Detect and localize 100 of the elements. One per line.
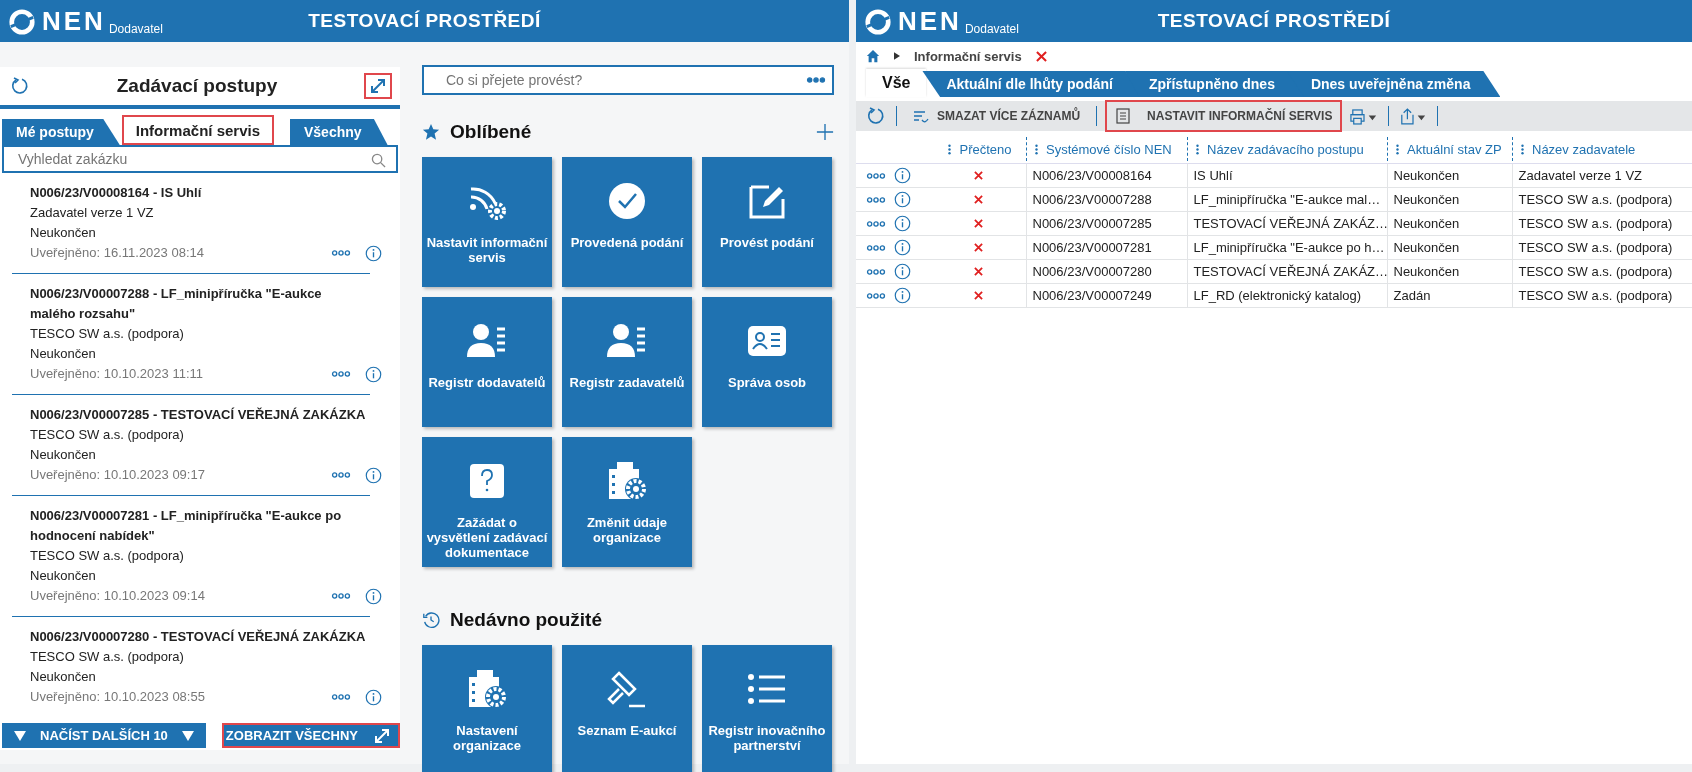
column-menu-icon[interactable]: [948, 142, 952, 156]
procedure-title[interactable]: N006/23/V00007288 - LF_minipříručka "E-aukce malého rozsahu": [30, 284, 370, 324]
procedure-title[interactable]: N006/23/V00007285 - TESTOVACÍ VEŘEJNÁ ZAKÁZKA: [30, 405, 370, 425]
shortcut-tile[interactable]: Zažádat o vysvětlení zadávací dokumentace: [422, 437, 552, 567]
info-icon[interactable]: [894, 191, 911, 208]
tab[interactable]: Vše: [866, 69, 927, 97]
environment-title: TESTOVACÍ PROSTŘEDÍ: [1157, 10, 1391, 31]
procedure-authority: TESCO SW a.s. (podpora): [30, 325, 185, 343]
more-icon[interactable]: [331, 249, 351, 257]
search-field[interactable]: Vyhledat zakázku: [2, 145, 398, 173]
procedure-authority: TESCO SW a.s. (podpora): [30, 426, 185, 444]
info-icon[interactable]: [894, 263, 911, 280]
more-icon[interactable]: [331, 693, 351, 701]
shortcut-tile[interactable]: Registr zadavatelů: [562, 297, 692, 427]
more-icon[interactable]: [331, 471, 351, 479]
more-icon[interactable]: [866, 291, 886, 300]
table-cell: LF_minipříručka "E-aukce mal…: [1187, 187, 1387, 212]
column-header[interactable]: Přečteno: [959, 141, 1012, 157]
logo-subtitle: Dodavatel: [964, 22, 1019, 36]
table-cell: N006/23/V00007285: [1026, 211, 1187, 236]
tab[interactable]: Mé postupy: [2, 119, 120, 145]
column-menu-icon[interactable]: [1521, 142, 1524, 156]
shortcut-tile[interactable]: Provést podání: [702, 157, 832, 287]
more-icon[interactable]: [866, 243, 886, 252]
table-cell: Neukončen: [1387, 235, 1512, 260]
command-search-field[interactable]: Co si přejete provést?: [422, 65, 834, 95]
column-menu-icon[interactable]: [1035, 142, 1038, 156]
delete-records-button[interactable]: SMAZAT VÍCE ZÁZNAMŮ: [907, 102, 1087, 130]
column-header[interactable]: Aktuální stav ZP: [1407, 141, 1502, 157]
info-icon[interactable]: [365, 587, 382, 605]
procedure-status: Neukončen: [30, 224, 97, 242]
table-cell: TESTOVACÍ VEŘEJNÁ ZAKÁZ…: [1187, 211, 1387, 236]
procedure-authority: Zadavatel verze 1 VZ: [30, 204, 155, 222]
table-cell: LF_RD (elektronický katalog): [1187, 283, 1387, 308]
info-icon[interactable]: [365, 688, 382, 706]
shortcut-tile[interactable]: Registr inovačního partnerství: [702, 645, 832, 772]
info-icon[interactable]: [365, 365, 382, 383]
show-all-button[interactable]: ZOBRAZIT VŠECHNY: [222, 723, 400, 748]
more-icon[interactable]: [331, 370, 351, 378]
table-cell: IS Uhlí: [1187, 163, 1387, 188]
procedure-title[interactable]: N006/23/V00007281 - LF_minipříručka "E-aukce po hodnocení nabídek": [30, 506, 370, 546]
more-icon[interactable]: [806, 76, 826, 84]
plus-icon[interactable]: [816, 123, 834, 141]
shortcut-tile[interactable]: Správa osob: [702, 297, 832, 427]
table-cell: TESTOVACÍ VEŘEJNÁ ZAKÁZ…: [1187, 259, 1387, 284]
history-icon: [422, 611, 440, 629]
logo-subtitle: Dodavatel: [108, 22, 163, 36]
table-cell: Neukončen: [1387, 259, 1512, 284]
refresh-icon[interactable]: [10, 76, 30, 96]
shortcut-tile[interactable]: Nastavení organizace: [422, 645, 552, 772]
breadcrumb-item[interactable]: Informační servis: [914, 48, 1022, 64]
refresh-icon[interactable]: [866, 106, 886, 126]
table-cell: N006/23/V00007249: [1026, 283, 1187, 308]
column-menu-icon[interactable]: [1196, 142, 1199, 156]
shortcut-tile[interactable]: Seznam E-aukcí: [562, 645, 692, 772]
column-menu-icon[interactable]: [1396, 142, 1399, 156]
table-cell: Neukončen: [1387, 187, 1512, 212]
table-cell: TESCO SW a.s. (podpora): [1512, 259, 1692, 284]
info-icon[interactable]: [894, 215, 911, 232]
table-cell: Neukončen: [1387, 211, 1512, 236]
column-header[interactable]: Systémové číslo NEN: [1046, 141, 1172, 157]
more-icon[interactable]: [866, 219, 886, 228]
panel-title: Zadávací postupy: [116, 75, 278, 97]
home-icon[interactable]: [866, 49, 880, 63]
close-icon[interactable]: [1035, 50, 1047, 62]
tab[interactable]: Informační servis: [121, 115, 274, 145]
published-date: Uveřejněno: 10.10.2023 09:17: [30, 466, 205, 484]
star-icon: [422, 123, 440, 141]
procedure-title[interactable]: N006/23/V00007280 - TESTOVACÍ VEŘEJNÁ ZAKÁZKA: [30, 627, 370, 647]
info-icon[interactable]: [894, 239, 911, 256]
table-cell: LF_minipříručka "E-aukce po h…: [1187, 235, 1387, 260]
shortcut-tile[interactable]: Registr dodavatelů: [422, 297, 552, 427]
info-icon[interactable]: [894, 287, 911, 304]
table-cell: Zadán: [1387, 283, 1512, 308]
info-icon[interactable]: [365, 466, 382, 484]
procedure-status: Neukončen: [30, 567, 97, 585]
procedure-status: Neukončen: [30, 345, 97, 363]
procedure-status: Neukončen: [30, 446, 97, 464]
column-header[interactable]: Název zadavatele: [1532, 141, 1636, 157]
more-icon[interactable]: [331, 592, 351, 600]
table-cell: N006/23/V00008164: [1026, 163, 1187, 188]
procedure-title[interactable]: N006/23/V00008164 - IS Uhlí: [30, 183, 370, 203]
more-icon[interactable]: [866, 195, 886, 204]
column-header[interactable]: Název zadávacího postupu: [1207, 141, 1364, 157]
procedure-authority: TESCO SW a.s. (podpora): [30, 547, 185, 565]
set-info-service-button[interactable]: NASTAVIT INFORMAČNÍ SERVIS: [1107, 102, 1341, 130]
tab[interactable]: Zpřístupněno dnes: [1124, 71, 1305, 97]
table-cell: TESCO SW a.s. (podpora): [1512, 187, 1692, 212]
shortcut-tile[interactable]: Změnit údaje organizace: [562, 437, 692, 567]
table-cell: N006/23/V00007281: [1026, 235, 1187, 260]
published-date: Uveřejněno: 16.11.2023 08:14: [30, 244, 204, 262]
more-icon[interactable]: [866, 267, 886, 276]
shortcut-tile[interactable]: Provedená podání: [562, 157, 692, 287]
info-icon[interactable]: [894, 167, 911, 184]
tab[interactable]: Všechny: [290, 119, 388, 145]
more-icon[interactable]: [866, 171, 886, 180]
info-icon[interactable]: [365, 244, 382, 262]
load-more-button[interactable]: NAČÍST DALŠÍCH 10: [2, 723, 206, 748]
expand-icon[interactable]: [364, 73, 392, 99]
shortcut-tile[interactable]: Nastavit informační servis: [422, 157, 552, 287]
